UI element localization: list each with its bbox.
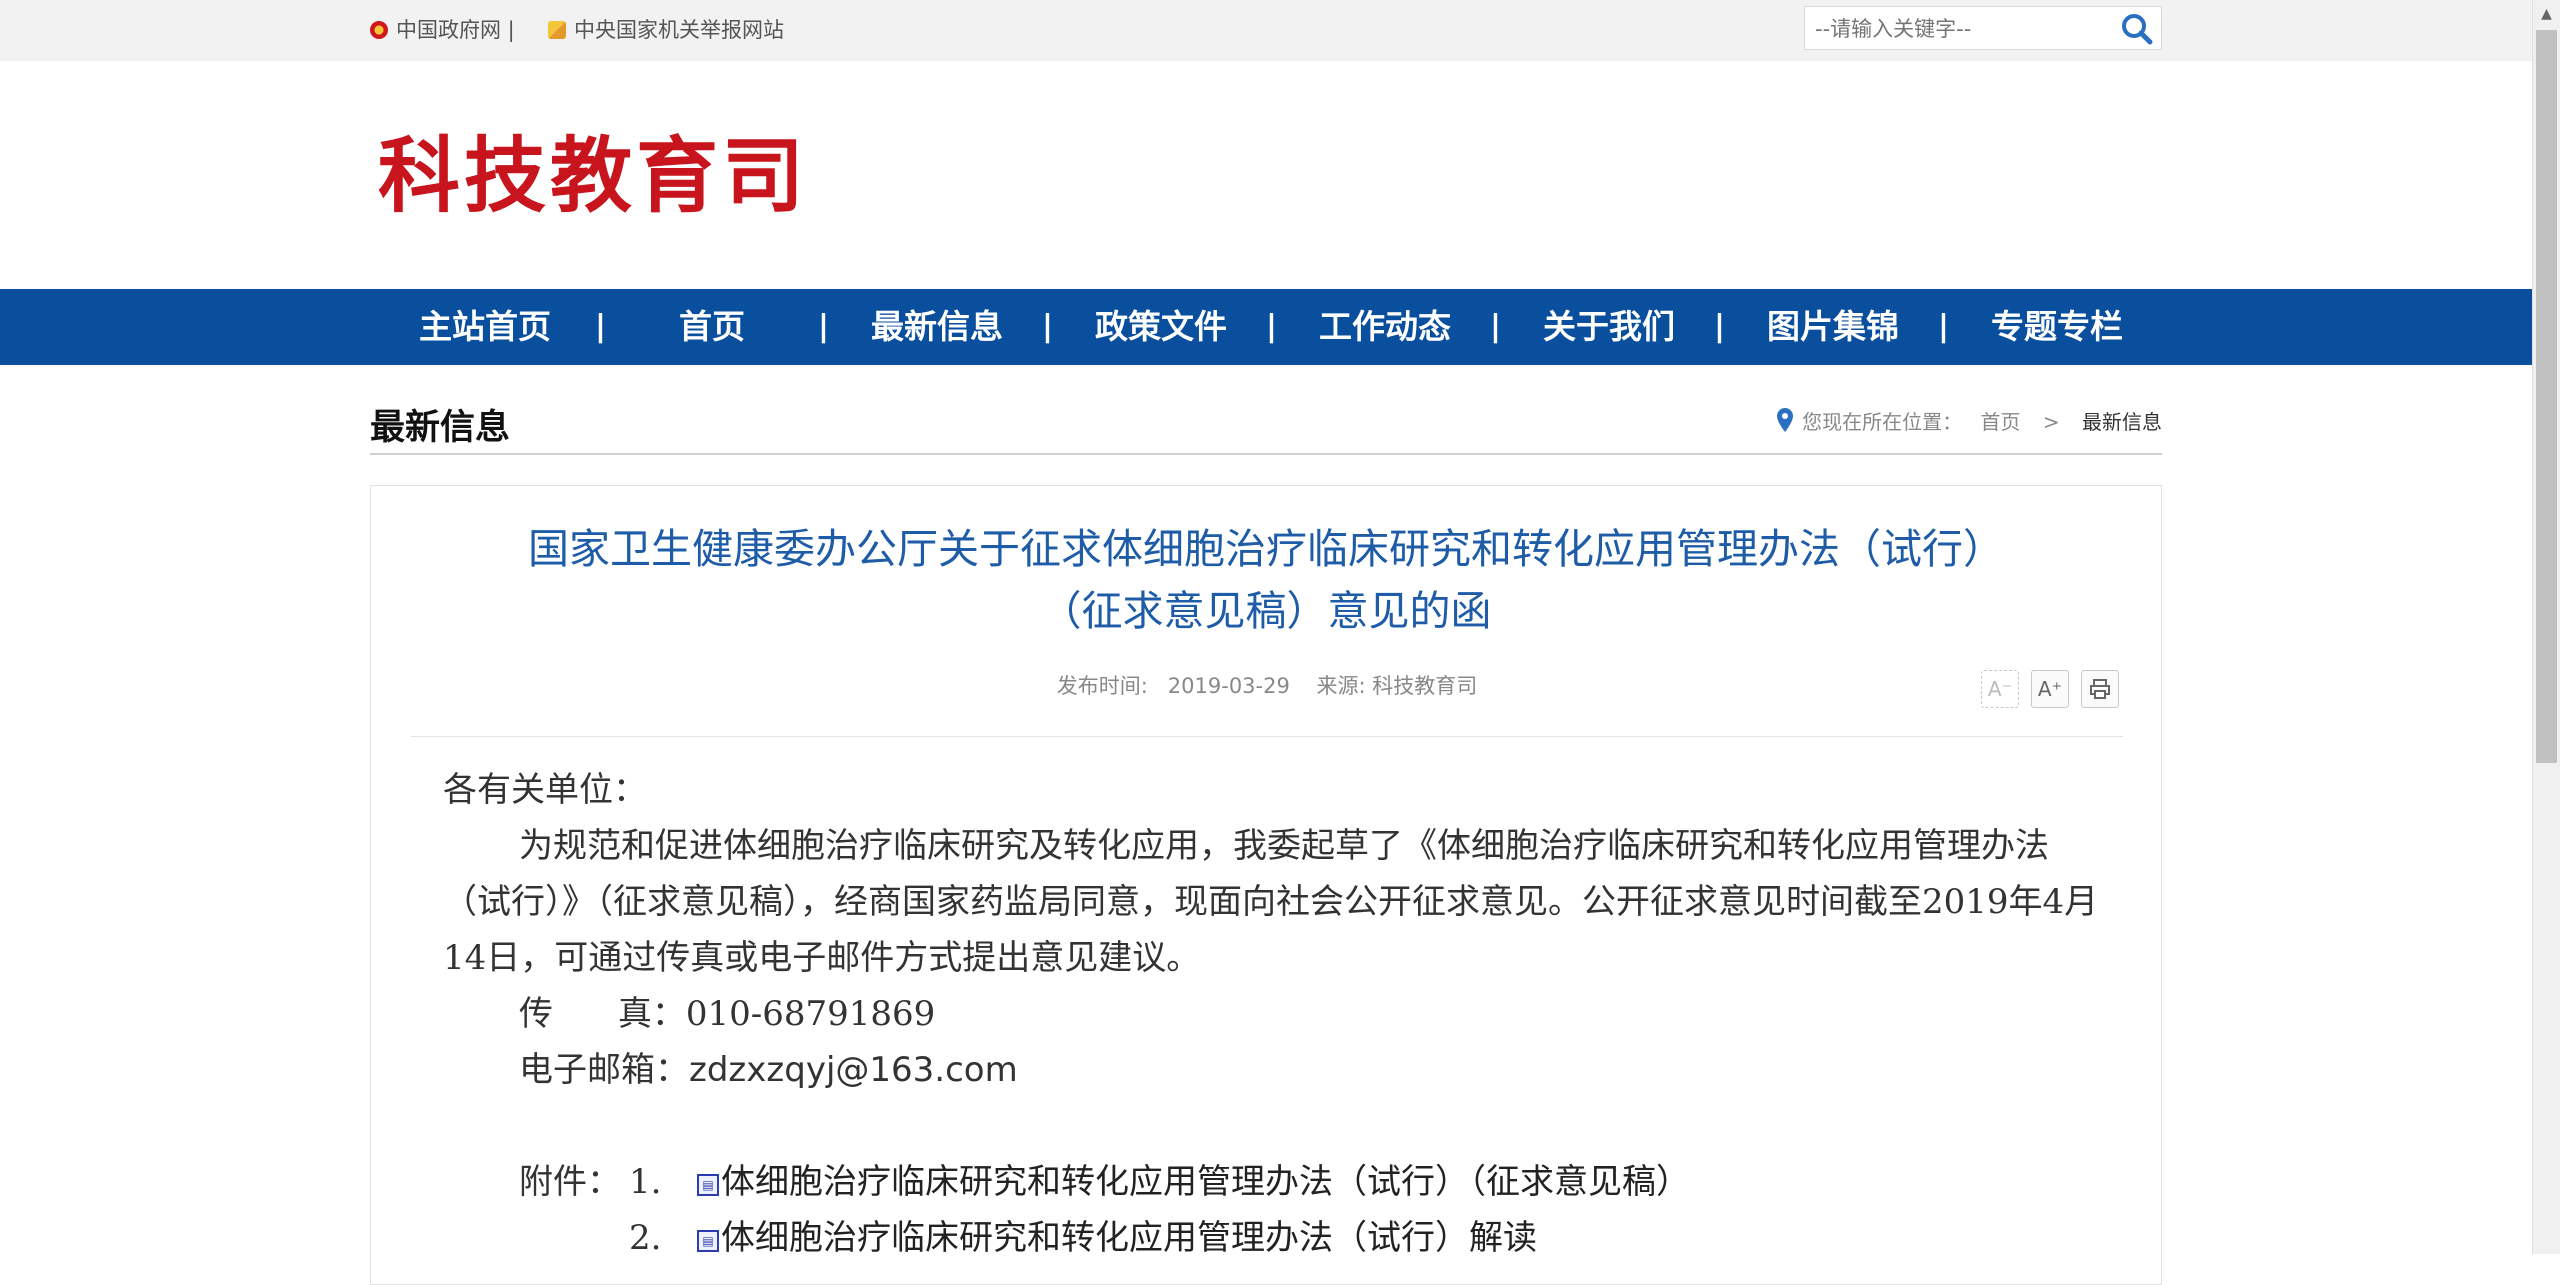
nav-separator: | [1714,309,1725,344]
attachment-row: 附件： 1. ▤ 体细胞治疗临床研究和转化应用管理办法（试行）（征求意见稿） [443,1154,2103,1210]
file-icon: ▤ [697,1230,719,1252]
article-meta: 发布时间: 2019-03-29 来源: 科技教育司 [1056,674,1478,698]
breadcrumb-separator: > [2042,410,2060,434]
report-site-link-label: 中央国家机关举报网站 [574,18,784,42]
search-box [1804,6,2162,50]
file-icon: ▤ [697,1174,719,1196]
gov-site-link-label: 中国政府网 | [396,18,515,42]
top-bar-inner: 中国政府网 | 中央国家机关举报网站 [370,0,2162,61]
article-body: 各有关单位： 为规范和促进体细胞治疗临床研究及转化应用，我委起草了《体细胞治疗临… [443,762,2103,1266]
nav-item-gallery[interactable]: 图片集锦 [1767,289,1899,365]
gov-site-link[interactable]: 中国政府网 | [370,17,515,43]
attachment-row: 2. ▤ 体细胞治疗临床研究和转化应用管理办法（试行）解读 [443,1210,2103,1266]
article-paragraph-text: 为规范和促进体细胞治疗临床研究及转化应用，我委起草了《体细胞治疗临床研究和转化应… [443,826,2099,978]
article-title-line-2: （征求意见稿）意见的函 [1040,587,1492,635]
breadcrumb-home-link[interactable]: 首页 [1981,410,2021,434]
page-scrollbar[interactable]: ▲ [2532,0,2560,1254]
nav-separator: | [1938,309,1949,344]
fax-number: 010-68791869 [685,994,936,1034]
breadcrumb-current: 最新信息 [2082,410,2162,434]
article-title-line-1: 国家卫生健康委办公厅关于征求体细胞治疗临床研究和转化应用管理办法（试行） [528,525,2004,573]
font-larger-icon: A⁺ [2037,677,2063,701]
gov-emblem-icon [370,21,388,39]
article-panel: 国家卫生健康委办公厅关于征求体细胞治疗临床研究和转化应用管理办法（试行） （征求… [370,485,2162,1285]
report-icon [548,21,566,39]
report-site-link[interactable]: 中央国家机关举报网站 [548,17,784,43]
attachment-title: 体细胞治疗临床研究和转化应用管理办法（试行）解读 [721,1218,1537,1258]
article-title: 国家卫生健康委办公厅关于征求体细胞治疗临床研究和转化应用管理办法（试行） （征求… [471,518,2061,642]
article-tools: A⁻ A⁺ [1969,670,2119,712]
fax-line: 传 真：010-68791869 [443,986,2103,1042]
search-icon [2122,14,2153,45]
section-divider [370,453,2162,455]
attachment-title: 体细胞治疗临床研究和转化应用管理办法（试行）（征求意见稿） [721,1162,1690,1202]
nav-separator: | [1490,309,1501,344]
main-nav: 主站首页 | 首页 | 最新信息 | 政策文件 | 工作动态 | 关于我们 | … [0,289,2532,365]
font-smaller-button[interactable]: A⁻ [1981,670,2019,708]
site-logo[interactable]: 科技教育司 [378,128,808,224]
scroll-up-icon[interactable]: ▲ [2533,0,2560,28]
attachment-label: 附件： [519,1162,621,1202]
location-pin-icon [1777,408,1794,432]
meta-divider [411,736,2123,737]
nav-separator: | [1042,309,1053,344]
nav-separator: | [818,309,829,344]
attachment-number: 1. [629,1162,662,1202]
salutation: 各有关单位： [443,770,647,810]
nav-item-special[interactable]: 专题专栏 [1991,289,2123,365]
email-address: zdzxzqyj@163.com [689,1050,1018,1090]
nav-separator: | [595,309,606,344]
email-line: 电子邮箱：zdzxzqyj@163.com [443,1042,2103,1098]
nav-separator: | [1266,309,1277,344]
nav-item-work[interactable]: 工作动态 [1319,289,1451,365]
attachment-link[interactable]: ▤ 体细胞治疗临床研究和转化应用管理办法（试行）（征求意见稿） [697,1154,1690,1210]
scroll-thumb[interactable] [2536,30,2557,763]
nav-item-latest[interactable]: 最新信息 [871,289,1003,365]
font-smaller-icon: A⁻ [1987,677,2013,701]
article-paragraph: 为规范和促进体细胞治疗临床研究及转化应用，我委起草了《体细胞治疗临床研究和转化应… [443,818,2103,986]
nav-item-policy[interactable]: 政策文件 [1095,289,1227,365]
attachment-link[interactable]: ▤ 体细胞治疗临床研究和转化应用管理办法（试行）解读 [697,1210,1537,1266]
nav-item-home[interactable]: 首页 [679,289,745,365]
nav-item-main-home[interactable]: 主站首页 [419,289,551,365]
search-button[interactable] [2117,11,2157,47]
font-larger-button[interactable]: A⁺ [2031,670,2069,708]
fax-label: 传 真： [519,994,686,1034]
search-input[interactable] [1813,13,2107,45]
print-button[interactable] [2081,670,2119,708]
print-icon [2090,679,2110,699]
email-label: 电子邮箱： [519,1050,689,1090]
nav-item-about[interactable]: 关于我们 [1543,289,1675,365]
breadcrumb-prefix: 您现在所在位置： [1802,410,1963,434]
attachment-number: 2. [629,1218,662,1258]
top-bar: 中国政府网 | 中央国家机关举报网站 [0,0,2532,61]
section-title: 最新信息 [370,408,511,448]
breadcrumb: 您现在所在位置： 首页 > 最新信息 [1776,406,2162,438]
